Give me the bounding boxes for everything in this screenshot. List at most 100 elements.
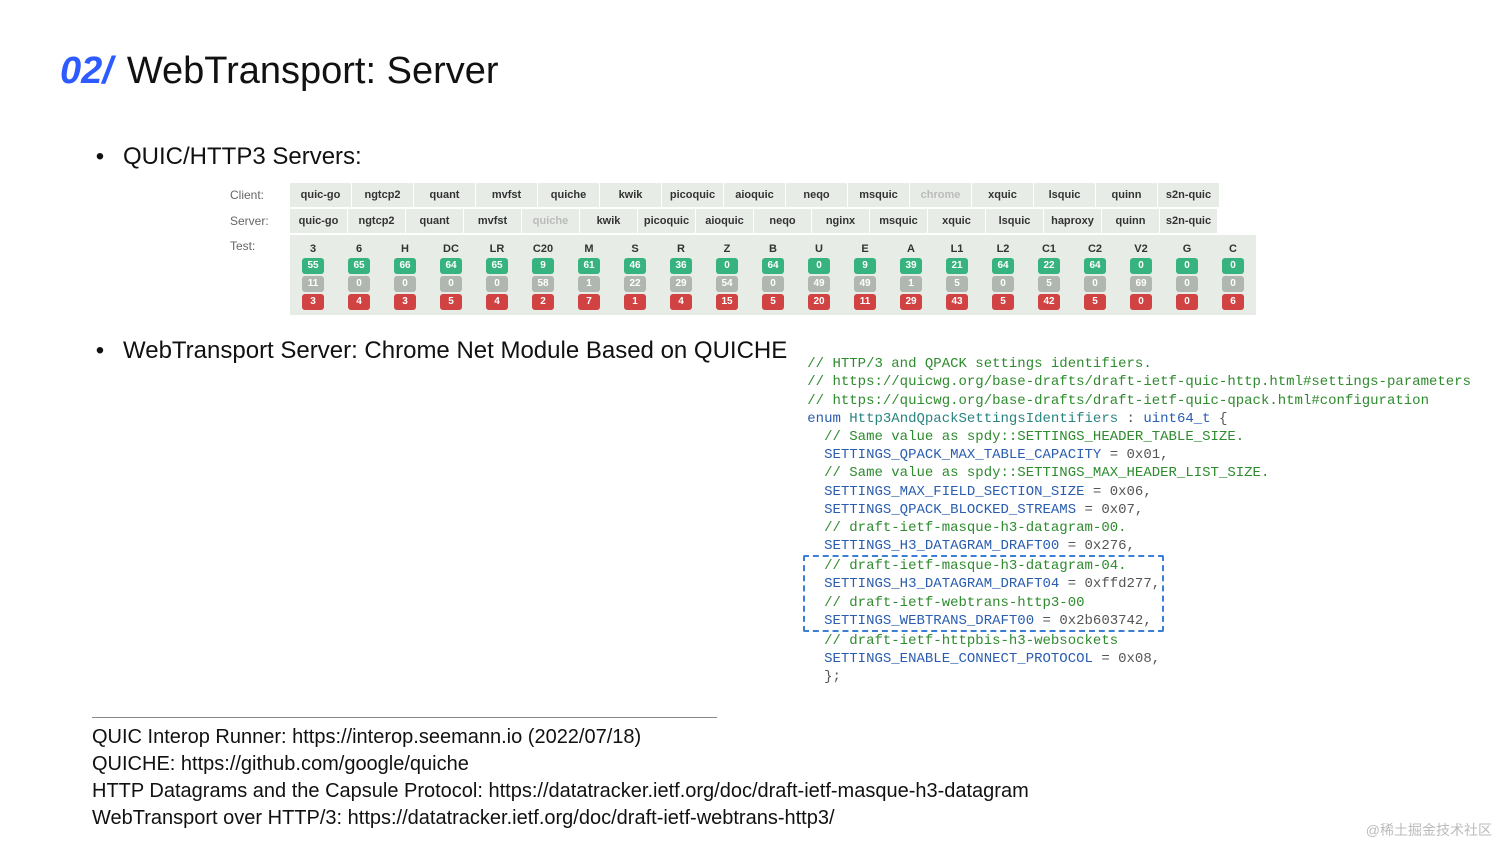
test-badge: 1 — [900, 276, 922, 292]
test-badge: 55 — [302, 258, 324, 274]
test-badge: 64 — [1084, 258, 1106, 274]
test-badge: 36 — [670, 258, 692, 274]
test-col: DC6405 — [428, 239, 474, 311]
test-badge: 20 — [808, 294, 830, 310]
slide: 02/ WebTransport: Server • QUIC/HTTP3 Se… — [0, 0, 1512, 852]
code-line: // draft-ietf-masque-h3-datagram-04. — [807, 558, 1126, 574]
client-pill: quinn — [1096, 183, 1158, 207]
ref-datagram: HTTP Datagrams and the Capsule Protocol:… — [92, 778, 1452, 805]
code-punc: : — [1118, 411, 1143, 427]
test-badge: 15 — [716, 294, 738, 310]
test-badge: 3 — [302, 294, 324, 310]
test-col: H6603 — [382, 239, 428, 311]
test-col-header: C2 — [1072, 239, 1118, 257]
code-line: // draft-ietf-masque-h3-datagram-00. — [807, 520, 1126, 536]
test-badge: 0 — [1084, 276, 1106, 292]
server-pill: xquic — [928, 209, 986, 233]
client-pill: lsquic — [1034, 183, 1096, 207]
test-col: C006 — [1210, 239, 1256, 311]
code-line: // draft-ietf-httpbis-h3-websockets — [807, 633, 1118, 649]
test-badge: 65 — [348, 258, 370, 274]
test-badge: 4 — [486, 294, 508, 310]
code-id: SETTINGS_MAX_FIELD_SECTION_SIZE — [807, 484, 1084, 500]
test-col-header: G — [1164, 239, 1210, 257]
test-col-header: U — [796, 239, 842, 257]
server-pill: quant — [406, 209, 464, 233]
server-pill: kwik — [580, 209, 638, 233]
ref-interop: QUIC Interop Runner: https://interop.see… — [92, 724, 1452, 751]
client-pill: ngtcp2 — [352, 183, 414, 207]
divider — [92, 717, 717, 718]
code-line: // Same value as spdy::SETTINGS_MAX_HEAD… — [807, 465, 1269, 481]
test-badge: 0 — [440, 276, 462, 292]
code-id: SETTINGS_ENABLE_CONNECT_PROTOCOL — [807, 651, 1093, 667]
server-pill: haproxy — [1044, 209, 1102, 233]
code-punc: { — [1211, 411, 1228, 427]
code-block: // HTTP/3 and QPACK settings identifiers… — [807, 337, 1471, 687]
test-badge: 65 — [486, 258, 508, 274]
client-pill: kwik — [600, 183, 662, 207]
server-pill: s2n-quic — [1160, 209, 1218, 233]
server-pill: ngtcp2 — [348, 209, 406, 233]
code-id: SETTINGS_WEBTRANS_DRAFT00 — [807, 613, 1034, 629]
test-badge: 64 — [440, 258, 462, 274]
ref-quiche: QUICHE: https://github.com/google/quiche — [92, 751, 1452, 778]
test-badge: 0 — [1176, 276, 1198, 292]
test-col: S46221 — [612, 239, 658, 311]
test-col-header: C1 — [1026, 239, 1072, 257]
slide-title: WebTransport: Server — [127, 50, 499, 93]
code-val: = 0x276, — [1059, 538, 1135, 554]
server-pill: aioquic — [696, 209, 754, 233]
server-pill: quiche — [522, 209, 580, 233]
client-pill: msquic — [848, 183, 910, 207]
test-col-header: E — [842, 239, 888, 257]
interop-matrix: Client: quic-gongtcp2quantmvfstquichekwi… — [230, 183, 1452, 315]
test-badge: 69 — [1130, 276, 1152, 292]
test-col: Z05415 — [704, 239, 750, 311]
test-col: L121543 — [934, 239, 980, 311]
test-badge: 5 — [762, 294, 784, 310]
test-badge: 22 — [1038, 258, 1060, 274]
test-badge: 43 — [946, 294, 968, 310]
test-badge: 11 — [854, 294, 876, 310]
test-col-header: A — [888, 239, 934, 257]
test-col-header: 6 — [336, 239, 382, 257]
code-val: = 0x06, — [1085, 484, 1152, 500]
test-badge: 29 — [900, 294, 922, 310]
bullet-quic-servers: • QUIC/HTTP3 Servers: — [95, 143, 1452, 171]
test-badge: 0 — [1222, 258, 1244, 274]
test-badge: 0 — [1130, 294, 1152, 310]
test-badge: 49 — [854, 276, 876, 292]
test-col-header: DC — [428, 239, 474, 257]
test-badge: 39 — [900, 258, 922, 274]
test-col: L26405 — [980, 239, 1026, 311]
test-col: C122542 — [1026, 239, 1072, 311]
test-badge: 9 — [532, 258, 554, 274]
test-badge: 49 — [808, 276, 830, 292]
client-row: quic-gongtcp2quantmvfstquichekwikpicoqui… — [290, 183, 1220, 207]
server-pill: msquic — [870, 209, 928, 233]
slide-title-row: 02/ WebTransport: Server — [60, 50, 1452, 93]
test-badge: 58 — [532, 276, 554, 292]
test-badge: 6 — [1222, 294, 1244, 310]
test-col: 355113 — [290, 239, 336, 311]
test-badge: 9 — [854, 258, 876, 274]
test-col-header: R — [658, 239, 704, 257]
test-col-header: C20 — [520, 239, 566, 257]
test-col-header: L2 — [980, 239, 1026, 257]
client-pill: quic-go — [290, 183, 352, 207]
test-col-header: 3 — [290, 239, 336, 257]
section-number: 02/ — [60, 50, 113, 93]
code-val: = 0x2b603742, — [1034, 613, 1152, 629]
test-col-header: L1 — [934, 239, 980, 257]
client-pill: aioquic — [724, 183, 786, 207]
bullet-dot: • — [95, 337, 105, 365]
test-badge: 0 — [1176, 258, 1198, 274]
code-val: = 0xffd277, — [1059, 576, 1160, 592]
test-badge: 46 — [624, 258, 646, 274]
test-col: R36294 — [658, 239, 704, 311]
test-col-header: V2 — [1118, 239, 1164, 257]
client-pill: neqo — [786, 183, 848, 207]
test-badge: 5 — [946, 276, 968, 292]
ref-webtransport: WebTransport over HTTP/3: https://datatr… — [92, 805, 1452, 832]
